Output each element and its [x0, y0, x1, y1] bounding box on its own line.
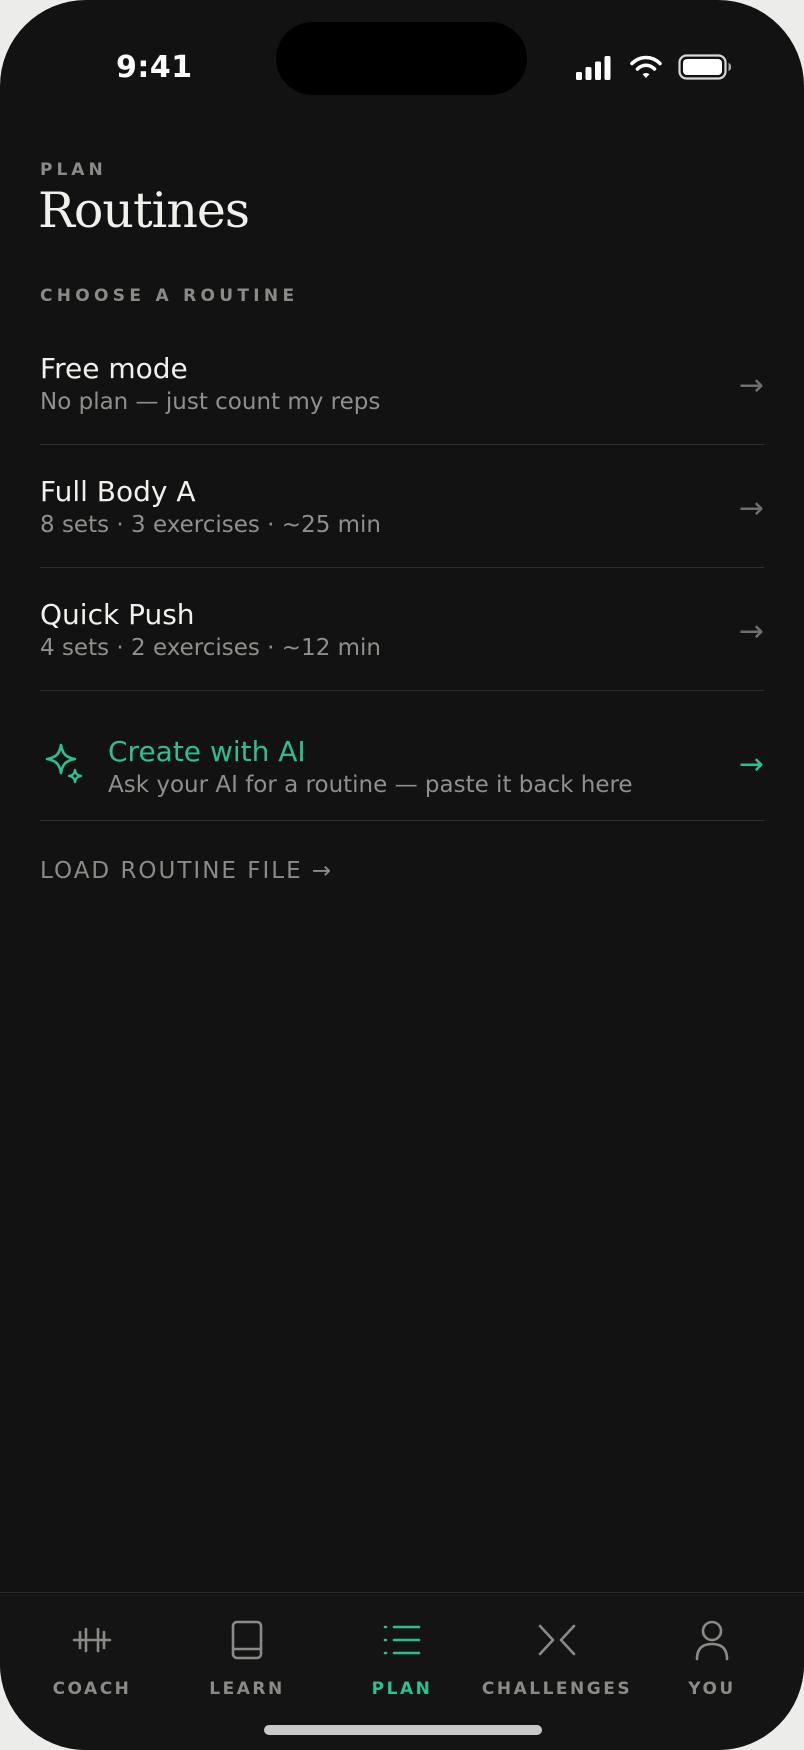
tab-learn[interactable]: LEARN [170, 1593, 324, 1713]
list-icon [383, 1625, 421, 1655]
tab-label: LEARN [209, 1679, 285, 1699]
routine-item-free-mode[interactable]: Free mode No plan — just count my reps → [40, 322, 764, 445]
book-icon [231, 1620, 263, 1660]
home-indicator[interactable] [264, 1725, 542, 1735]
tab-label: CHALLENGES [481, 1679, 633, 1699]
arrow-right-icon: → [738, 747, 764, 782]
routine-item-full-body-a[interactable]: Full Body A 8 sets · 3 exercises · ~25 m… [40, 445, 764, 568]
sparkle-icon [45, 743, 83, 784]
wifi-icon [630, 55, 662, 78]
tab-you[interactable]: YOU [635, 1593, 789, 1713]
tab-label: COACH [52, 1679, 132, 1699]
status-icons [576, 52, 736, 82]
routine-list: Free mode No plan — just count my reps →… [40, 322, 764, 821]
status-time: 9:41 [116, 50, 193, 85]
load-routine-file-link[interactable]: LOAD ROUTINE FILE → [40, 858, 333, 884]
arrow-right-icon: → [738, 368, 764, 403]
dynamic-island [276, 22, 527, 95]
phone-screen: 9:41 PLAN Routines CHOOSE A ROUTINE Free… [0, 0, 804, 1750]
ai-item-title: Create with AI [108, 735, 306, 768]
routine-name: Full Body A [40, 475, 196, 508]
tab-coach[interactable]: COACH [15, 1593, 169, 1713]
tab-challenges[interactable]: CHALLENGES [480, 1593, 634, 1713]
section-label: CHOOSE A ROUTINE [40, 286, 299, 306]
routine-meta: No plan — just count my reps [40, 389, 381, 415]
arrow-right-icon: → [738, 491, 764, 526]
page-eyebrow: PLAN [40, 160, 107, 180]
person-icon [695, 1620, 729, 1661]
routine-meta: 4 sets · 2 exercises · ~12 min [40, 635, 382, 661]
arrow-right-icon: → [738, 614, 764, 649]
tab-label: PLAN [371, 1679, 433, 1699]
create-with-ai-item[interactable]: Create with AI Ask your AI for a routine… [40, 691, 764, 821]
routine-meta: 8 sets · 3 exercises · ~25 min [40, 512, 382, 538]
cellular-signal-icon [576, 56, 611, 80]
ai-item-meta: Ask your AI for a routine — paste it bac… [108, 772, 633, 798]
routine-name: Quick Push [40, 598, 195, 631]
page-title: Routines [38, 182, 250, 239]
tab-plan[interactable]: PLAN [325, 1593, 479, 1713]
routine-name: Free mode [40, 352, 188, 385]
tab-label: YOU [688, 1679, 736, 1699]
routine-item-quick-push[interactable]: Quick Push 4 sets · 2 exercises · ~12 mi… [40, 568, 764, 691]
battery-icon [678, 54, 731, 80]
dumbbell-icon [72, 1627, 112, 1653]
versus-icon [538, 1624, 576, 1656]
